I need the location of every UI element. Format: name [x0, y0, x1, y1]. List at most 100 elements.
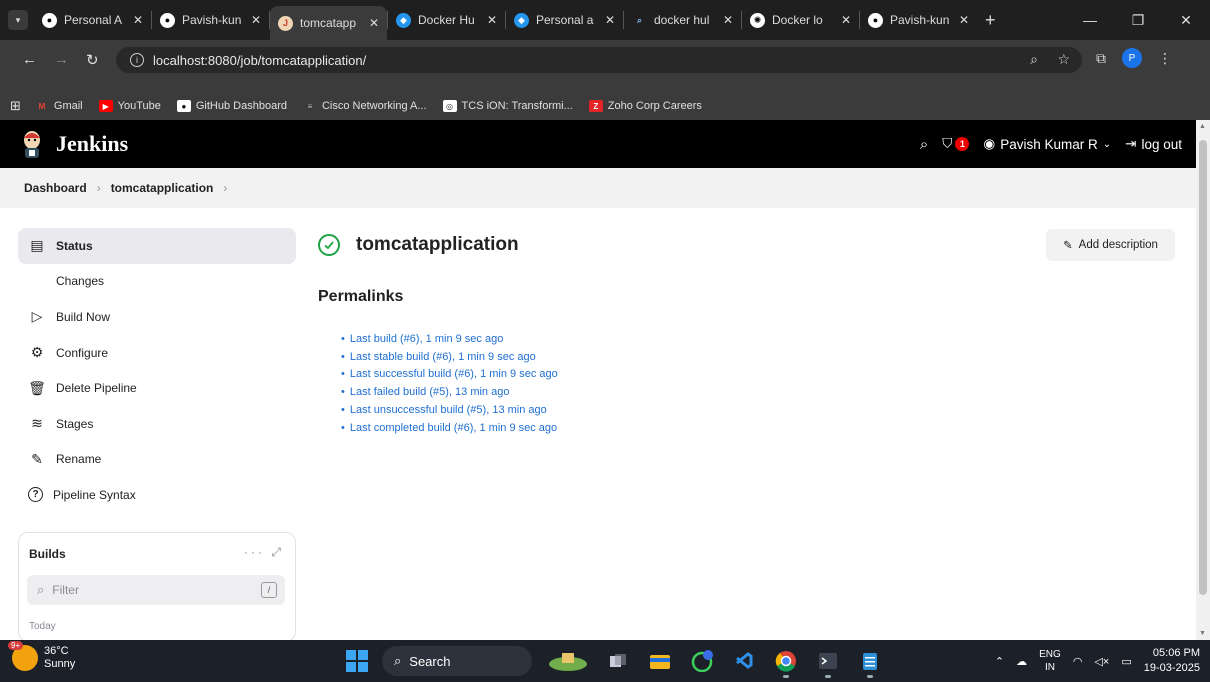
builds-filter-input[interactable]: ⌕ Filter /	[27, 575, 285, 605]
bookmark-star-icon[interactable]: ☆	[1057, 51, 1070, 67]
breadcrumb-job[interactable]: tomcatapplication	[111, 181, 214, 195]
taskbar-search[interactable]: ⌕ Search	[382, 646, 532, 676]
language-indicator[interactable]: ENG IN	[1039, 648, 1061, 674]
bookmark-item[interactable]: ● GitHub Dashboard	[176, 100, 287, 112]
browser-tab[interactable]: ● Pavish-kun ✕	[152, 0, 269, 40]
permalinks-list: Last build (#6), 1 min 9 sec agoLast sta…	[341, 330, 558, 437]
whatsapp-icon[interactable]	[688, 647, 716, 675]
zoom-icon[interactable]: ⌕	[1030, 51, 1038, 67]
bookmark-item[interactable]: Z Zoho Corp Careers	[588, 100, 702, 112]
close-icon[interactable]: ✕	[605, 13, 615, 27]
close-icon[interactable]: ✕	[841, 13, 851, 27]
permalink-item[interactable]: Last completed build (#6), 1 min 9 sec a…	[341, 419, 558, 437]
gmail-icon: M	[38, 101, 46, 111]
permalink-item[interactable]: Last stable build (#6), 1 min 9 sec ago	[341, 348, 558, 366]
url-text[interactable]: localhost:8080/job/tomcatapplication/	[153, 53, 366, 68]
apps-grid-icon[interactable]: ⊞	[10, 98, 21, 114]
scroll-down-icon[interactable]: ▼	[1199, 630, 1206, 637]
stages-icon: ≋	[31, 415, 43, 432]
extensions-icon[interactable]: ⧉	[1096, 50, 1106, 67]
browser-tab[interactable]: Jtomcatapp ✕	[270, 6, 387, 40]
security-alert[interactable]: ⛉ 1	[942, 136, 970, 152]
sidebar-item-help[interactable]: ? Pipeline Syntax	[18, 477, 296, 513]
clock-date: 19-03-2025	[1143, 662, 1200, 674]
scroll-up-icon[interactable]: ▲	[1199, 123, 1206, 130]
chevron-right-icon[interactable]: ›	[223, 181, 227, 195]
permalink-item[interactable]: Last unsuccessful build (#5), 13 min ago	[341, 401, 558, 419]
permalink-item[interactable]: Last build (#6), 1 min 9 sec ago	[341, 330, 558, 348]
reload-icon[interactable]: ↻	[86, 51, 99, 69]
clock[interactable]: 05:06 PM 19-03-2025	[1144, 646, 1200, 676]
close-window-icon[interactable]: ✕	[1162, 12, 1210, 29]
page-scrollbar[interactable]: ▲ ▼	[1196, 120, 1210, 640]
site-info-icon[interactable]: i	[130, 53, 144, 67]
windows-start-icon[interactable]	[346, 650, 368, 672]
profile-avatar[interactable]: P	[1122, 48, 1142, 68]
browser-tab[interactable]: ⌕ docker hul ✕	[624, 0, 741, 40]
user-menu[interactable]: ◉ Pavish Kumar R ⌄	[983, 136, 1111, 152]
wifi-icon[interactable]: ◠	[1073, 655, 1083, 668]
bookmark-item[interactable]: ▶ YouTube	[98, 100, 161, 112]
security-alert-count: 1	[955, 137, 970, 151]
sidebar-item-stages[interactable]: ≋ Stages	[18, 406, 296, 442]
close-icon[interactable]: ✕	[959, 13, 969, 27]
sidebar-item-code[interactable]: Changes	[18, 264, 296, 300]
forward-icon[interactable]: →	[54, 51, 69, 68]
onedrive-icon[interactable]: ☁	[1016, 655, 1027, 668]
more-icon[interactable]: ···	[244, 545, 265, 559]
expand-icon[interactable]: ⤢	[271, 545, 281, 559]
search-icon: ⌕	[394, 653, 402, 668]
close-icon[interactable]: ✕	[251, 13, 261, 27]
bookmark-item[interactable]: M Gmail	[35, 100, 83, 112]
sidebar-item-gear[interactable]: ⚙ Configure	[18, 335, 296, 371]
success-check-icon	[318, 234, 340, 256]
scrollbar-thumb[interactable]	[1199, 140, 1207, 595]
browser-tab[interactable]: ● Personal A ✕	[34, 0, 151, 40]
breadcrumb-dashboard[interactable]: Dashboard	[24, 181, 87, 195]
sidebar-item-pencil[interactable]: ✎ Rename	[18, 442, 296, 478]
sidebar-item-trash[interactable]: 🗑 Delete Pipeline	[18, 370, 296, 406]
search-icon: ⌕	[37, 582, 45, 597]
tray-overflow-icon[interactable]: ⌃	[995, 655, 1004, 668]
permalink-item[interactable]: Last successful build (#6), 1 min 9 sec …	[341, 366, 558, 384]
sidebar-item-play[interactable]: ▷ Build Now	[18, 299, 296, 335]
close-icon[interactable]: ✕	[723, 13, 733, 27]
chrome-icon[interactable]	[772, 647, 800, 678]
browser-tab[interactable]: ◆ Personal a ✕	[506, 0, 623, 40]
tab-search-menu-icon[interactable]: ▾	[8, 10, 28, 30]
browser-menu-icon[interactable]: ⋮	[1158, 50, 1172, 67]
builds-tools: ··· ⤢	[244, 545, 281, 560]
notepad-icon[interactable]	[856, 647, 884, 678]
taskbar-apps: ⌕ Search	[346, 645, 884, 678]
header-actions: ⌕ ⛉ 1 ◉ Pavish Kumar R ⌄ ⇥ log out	[920, 120, 1182, 168]
vscode-icon[interactable]	[730, 647, 758, 675]
restore-icon[interactable]: ❐	[1114, 12, 1162, 29]
close-icon[interactable]: ✕	[133, 13, 143, 27]
task-view-icon[interactable]	[604, 647, 632, 675]
url-bar[interactable]: i localhost:8080/job/tomcatapplication/ …	[116, 47, 1082, 73]
new-tab-icon[interactable]: +	[985, 10, 996, 31]
browser-tab[interactable]: ◆ Docker Hu ✕	[388, 0, 505, 40]
widgets-icon[interactable]	[546, 647, 590, 675]
close-icon[interactable]: ✕	[487, 13, 497, 27]
minimize-icon[interactable]: —	[1066, 12, 1114, 28]
weather-condition: Sunny	[44, 658, 76, 670]
battery-icon[interactable]: ▭	[1121, 655, 1131, 668]
volume-icon[interactable]: ◁×	[1094, 655, 1109, 668]
file-explorer-icon[interactable]	[646, 647, 674, 675]
back-icon[interactable]: ←	[22, 51, 37, 68]
add-description-button[interactable]: ✎ Add description	[1046, 229, 1175, 261]
close-icon[interactable]: ✕	[369, 16, 379, 30]
browser-tab[interactable]: ✺ Docker lo ✕	[742, 0, 859, 40]
jenkins-brand[interactable]: Jenkins	[56, 131, 128, 157]
weather-widget[interactable]: 9+ 36°C Sunny	[8, 641, 76, 671]
search-icon[interactable]: ⌕	[920, 136, 928, 153]
terminal-icon[interactable]	[814, 647, 842, 678]
permalink-item[interactable]: Last failed build (#5), 13 min ago	[341, 383, 558, 401]
bookmark-item[interactable]: ◎ TCS iON: Transformi...	[442, 100, 573, 112]
browser-tab[interactable]: ● Pavish-kun ✕	[860, 0, 977, 40]
jenkins-logo-icon[interactable]	[20, 130, 44, 158]
bookmark-item[interactable]: ≡ Cisco Networking A...	[303, 100, 427, 112]
sidebar-item-status[interactable]: ▤ Status	[18, 228, 296, 264]
logout-link[interactable]: ⇥ log out	[1125, 136, 1182, 152]
